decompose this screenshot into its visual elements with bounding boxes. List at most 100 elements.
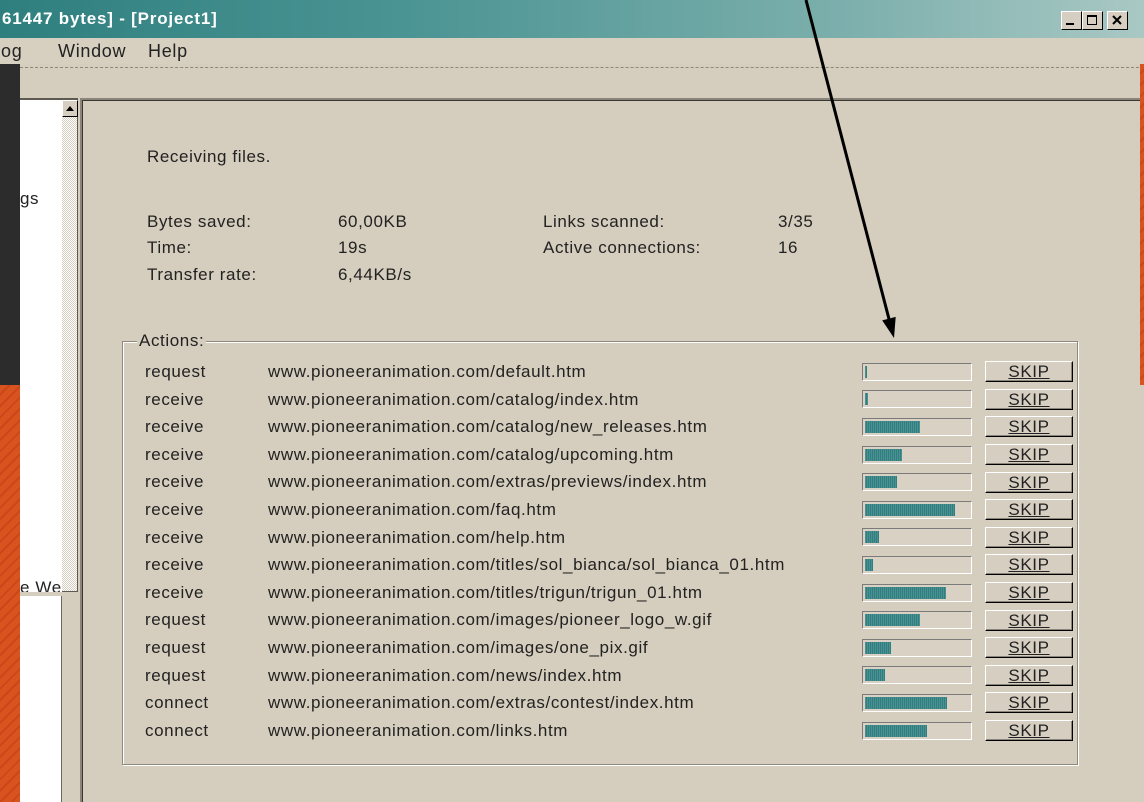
window-title: 61447 bytes] - [Project1]: [2, 9, 218, 28]
download-progress-bar: [862, 473, 972, 492]
maximize-button[interactable]: [1082, 11, 1103, 30]
action-row: receive www.pioneeranimation.com/faq.htm S…: [82, 496, 1142, 524]
skip-button[interactable]: SKIP: [985, 499, 1073, 521]
tree-item[interactable]: e We: [20, 578, 62, 592]
slide-background-dark: [0, 64, 20, 385]
menu-item-window[interactable]: Window: [58, 41, 126, 61]
action-url: www.pioneeranimation.com/news/index.htm: [268, 665, 623, 685]
menu-bar: og Window Help: [0, 38, 1144, 64]
action-row: receive www.pioneeranimation.com/extras/p…: [82, 468, 1142, 496]
skip-button[interactable]: SKIP: [985, 720, 1073, 742]
download-progress-fill: [865, 365, 867, 378]
time-value: 19s: [338, 238, 368, 257]
skip-button[interactable]: SKIP: [985, 554, 1073, 576]
download-progress-bar: [862, 611, 972, 630]
minimize-button[interactable]: [1061, 11, 1082, 30]
action-row: request www.pioneeranimation.com/images/p…: [82, 606, 1142, 634]
action-row: request www.pioneeranimation.com/news/ind…: [82, 662, 1142, 690]
download-progress-bar: [862, 417, 972, 436]
actions-list: request www.pioneeranimation.com/default.…: [82, 358, 1142, 748]
close-button[interactable]: [1107, 11, 1128, 30]
action-type: request: [145, 362, 206, 381]
scroll-up-arrow-icon: [63, 103, 77, 120]
action-url: www.pioneeranimation.com/catalog/index.h…: [268, 389, 640, 409]
slide-background-orange: [1140, 64, 1144, 385]
skip-button[interactable]: SKIP: [985, 444, 1073, 466]
links-scanned-label: Links scanned:: [543, 212, 665, 231]
action-type: receive: [145, 417, 205, 437]
action-type: receive: [145, 389, 205, 409]
action-type: receive: [145, 472, 205, 492]
action-url: www.pioneeranimation.com/images/pioneer_…: [268, 610, 712, 630]
action-type: request: [145, 638, 206, 657]
action-url: www.pioneeranimation.com/images/one_pix.…: [268, 638, 649, 657]
download-progress-fill: [865, 503, 955, 516]
scroll-up-button[interactable]: [62, 100, 78, 117]
skip-button[interactable]: SKIP: [985, 361, 1073, 383]
maximize-icon: [1083, 12, 1102, 29]
action-row: request www.pioneeranimation.com/images/o…: [82, 634, 1142, 662]
action-url: www.pioneeranimation.com/help.htm: [268, 527, 566, 547]
action-url: www.pioneeranimation.com/extras/previews…: [268, 472, 708, 492]
download-progress-fill: [865, 531, 879, 544]
menu-item-help[interactable]: Help: [148, 41, 188, 61]
download-progress-bar: [862, 500, 972, 519]
close-icon: [1108, 12, 1127, 29]
download-progress-bar: [862, 555, 972, 574]
action-type: request: [145, 665, 206, 685]
download-progress-fill: [865, 586, 946, 599]
action-url: www.pioneeranimation.com/titles/trigun/t…: [268, 582, 703, 602]
action-type: receive: [145, 444, 205, 464]
toolbar-area: [20, 64, 1144, 98]
action-type: request: [145, 610, 206, 630]
action-type: receive: [145, 582, 205, 602]
menu-item-log[interactable]: og: [1, 41, 22, 61]
skip-button[interactable]: SKIP: [985, 664, 1073, 686]
skip-button[interactable]: SKIP: [985, 609, 1073, 631]
download-progress-bar: [862, 638, 972, 657]
download-progress-fill: [865, 558, 873, 571]
skip-button[interactable]: SKIP: [985, 416, 1073, 438]
action-url: www.pioneeranimation.com/titles/sol_bian…: [268, 555, 785, 575]
toolbar-separator: [20, 67, 1144, 68]
download-progress-fill: [865, 724, 927, 737]
download-progress-fill: [865, 476, 897, 489]
skip-button[interactable]: SKIP: [985, 388, 1073, 410]
skip-button[interactable]: SKIP: [985, 582, 1073, 604]
slide-background-orange: [0, 385, 20, 802]
skip-button[interactable]: SKIP: [985, 526, 1073, 548]
action-row: receive www.pioneeranimation.com/titles/s…: [82, 551, 1142, 579]
minimize-icon: [1062, 12, 1081, 29]
action-url: www.pioneeranimation.com/links.htm: [268, 720, 569, 740]
tree-scrollbar[interactable]: [62, 98, 78, 592]
action-row: receive www.pioneeranimation.com/help.htm…: [82, 524, 1142, 552]
skip-button[interactable]: SKIP: [985, 692, 1073, 714]
download-progress-bar: [862, 528, 972, 547]
tree-item[interactable]: gs: [20, 189, 39, 209]
skip-button[interactable]: SKIP: [985, 637, 1073, 659]
download-progress-fill: [865, 393, 868, 406]
actions-legend: Actions:: [137, 331, 207, 351]
skip-button[interactable]: SKIP: [985, 471, 1073, 493]
download-progress-bar: [862, 693, 972, 712]
action-url: www.pioneeranimation.com/catalog/upcomin…: [268, 444, 674, 464]
status-message: Receiving files.: [147, 147, 271, 166]
project-tree[interactable]: gs e We: [20, 98, 62, 592]
transfer-rate-value: 6,44KB/s: [338, 265, 412, 284]
action-row: receive www.pioneeranimation.com/catalog/…: [82, 413, 1142, 441]
bytes-saved-value: 60,00KB: [338, 212, 408, 231]
action-row: connect www.pioneeranimation.com/extras/c…: [82, 689, 1142, 717]
download-progress-fill: [865, 641, 891, 654]
active-connections-label: Active connections:: [543, 238, 701, 257]
action-type: receive: [145, 555, 205, 575]
links-scanned-value: 3/35: [778, 212, 814, 231]
action-row: receive www.pioneeranimation.com/catalog/…: [82, 386, 1142, 414]
transfer-rate-label: Transfer rate:: [147, 265, 257, 284]
download-progress-fill: [865, 448, 902, 461]
download-progress-fill: [865, 614, 920, 627]
download-progress-fill: [865, 696, 947, 709]
title-bar: 61447 bytes] - [Project1]: [0, 0, 1144, 38]
action-type: receive: [145, 527, 205, 547]
action-type: receive: [145, 500, 205, 519]
action-type: connect: [145, 720, 209, 740]
